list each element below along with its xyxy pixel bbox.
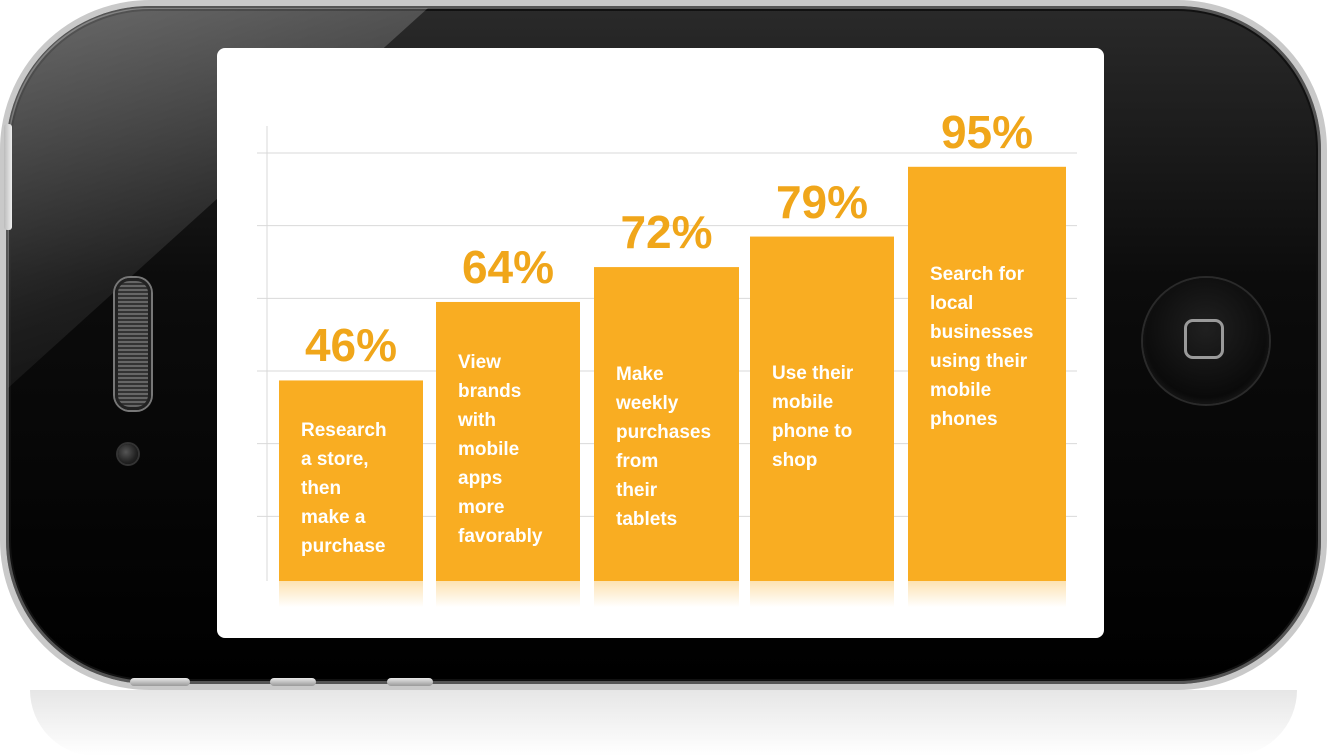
bar-reflection: [594, 581, 739, 607]
category-label-line: mobile: [772, 391, 834, 413]
category-label: View brands with mobile apps more favorably: [458, 348, 574, 551]
category-label-line: mobile: [930, 379, 992, 401]
speaker-grille: [115, 278, 151, 410]
bar-reflection: [436, 581, 580, 607]
category-label: Use their mobile phone to shop: [772, 359, 888, 475]
category-label-line: local: [930, 292, 974, 314]
value-label: 72%: [620, 206, 713, 259]
category-label-line: shop: [772, 449, 818, 471]
category-label-line: more: [458, 496, 505, 518]
category-label-line: Make: [616, 364, 664, 386]
category-label-line: make a: [301, 507, 366, 529]
value-label: 46%: [304, 319, 398, 372]
category-label-line: purchases: [616, 422, 712, 444]
category-label-line: phones: [930, 408, 998, 430]
front-camera: [118, 444, 138, 464]
volume-down-button: [387, 678, 433, 686]
bar-reflection: [750, 581, 894, 607]
value-label: 95%: [940, 105, 1034, 158]
category-label-line: phone to: [772, 420, 853, 442]
category-label-line: with: [458, 409, 496, 431]
category-label-line: brands: [458, 380, 522, 402]
category-label-line: View: [458, 351, 501, 373]
category-label-line: a store,: [301, 449, 369, 471]
value-label: 79%: [775, 175, 869, 228]
phone-reflection: [30, 690, 1297, 756]
side-switch: [130, 678, 190, 686]
category-label-line: Use their: [772, 362, 854, 384]
category-label-line: from: [616, 451, 659, 473]
category-label: Make weekly purchases from their tablets: [616, 360, 733, 534]
category-label-line: Search for: [930, 263, 1024, 285]
bar-reflection: [279, 581, 423, 607]
category-label-line: businesses: [930, 321, 1034, 343]
category-label-line: tablets: [616, 509, 678, 531]
category-label-line: their: [616, 480, 658, 502]
mute-switch: [4, 124, 12, 230]
volume-up-button: [270, 678, 316, 686]
phone-screen: 46% Research a store, then make a purchase 64%…: [217, 48, 1104, 638]
category-label: Search for local businesses using their mobi…: [930, 260, 1060, 434]
category-label-line: Research: [301, 420, 387, 442]
home-square-icon: [1184, 319, 1224, 359]
value-label: 64%: [461, 240, 555, 293]
category-label: Research a store, then make a purchase: [301, 416, 417, 561]
category-label-line: then: [301, 478, 342, 500]
category-label-line: using their: [930, 350, 1028, 372]
bar-reflection: [908, 581, 1066, 607]
category-label-line: mobile: [458, 438, 520, 460]
home-button[interactable]: [1143, 278, 1269, 404]
category-label-line: favorably: [458, 525, 543, 547]
category-label-line: purchase: [301, 536, 386, 558]
category-label-line: weekly: [616, 393, 679, 415]
category-label-line: apps: [458, 467, 503, 489]
